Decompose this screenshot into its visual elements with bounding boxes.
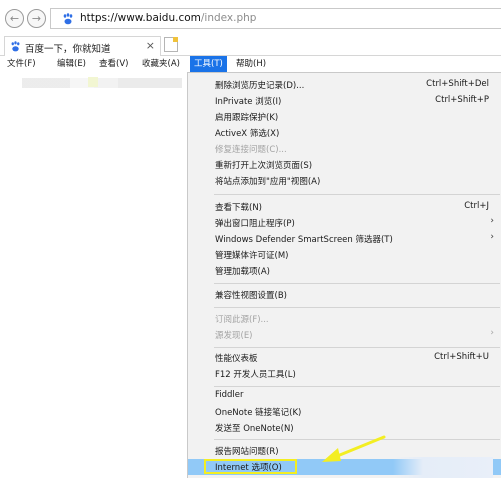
menu-favorites[interactable]: 收藏夹(A) (140, 56, 182, 72)
arrow-left-icon: ← (9, 12, 20, 25)
menu-item-label: 性能仪表板 (215, 354, 258, 364)
menu-item-delete-history[interactable]: 删除浏览历史记录(D)... Ctrl+Shift+Del (188, 77, 501, 93)
menu-item-subscribe-feed: 订阅此源(F)... (188, 311, 501, 327)
tools-menu: 删除浏览历史记录(D)... Ctrl+Shift+Del InPrivate … (187, 72, 501, 478)
menu-tools[interactable]: 工具(T) (190, 56, 227, 72)
menu-item-reopen-session[interactable]: 重新打开上次浏览页面(S) (188, 157, 501, 173)
menu-file[interactable]: 文件(F) (5, 56, 38, 72)
menu-item-label: 兼容性视图设置(B) (215, 291, 287, 301)
menu-item-view-downloads[interactable]: 查看下载(N) Ctrl+J (188, 199, 501, 215)
menu-item-shortcut: Ctrl+Shift+U (434, 352, 489, 362)
menu-item-label: 管理加载项(A) (215, 267, 270, 277)
menu-item-label: Internet 选项(O) (215, 463, 282, 473)
menu-separator (214, 347, 500, 348)
menu-item-label: 源发现(E) (215, 331, 253, 341)
menu-item-shortcut: Ctrl+Shift+P (435, 95, 489, 105)
menu-separator (214, 194, 500, 195)
menu-item-label: 管理媒体许可证(M) (215, 251, 289, 261)
menu-separator (214, 307, 500, 308)
menu-bar: 文件(F) 编辑(E) 查看(V) 收藏夹(A) 工具(T) 帮助(H) (0, 56, 501, 72)
submenu-arrow-icon: › (490, 216, 494, 226)
url-text: https://www.baidu.com/index.php (80, 12, 256, 24)
menu-item-label: InPrivate 浏览(I) (215, 97, 282, 107)
forward-button[interactable]: → (27, 9, 46, 28)
menu-item-label: 订阅此源(F)... (215, 315, 269, 325)
page-content-blur-dot (88, 77, 98, 87)
menu-item-media-licenses[interactable]: 管理媒体许可证(M) (188, 247, 501, 263)
menu-help[interactable]: 帮助(H) (234, 56, 268, 72)
menu-item-smartscreen[interactable]: Windows Defender SmartScreen 筛选器(T) › (188, 231, 501, 247)
tab-bar: 百度一下，你就知道 × (0, 34, 501, 56)
menu-item-label: 重新打开上次浏览页面(S) (215, 161, 313, 171)
tab-title: 百度一下，你就知道 (25, 44, 111, 55)
menu-item-compat-view[interactable]: 兼容性视图设置(B) (188, 287, 501, 303)
url-path: /index.php (200, 12, 257, 24)
menu-item-label: 将站点添加到"应用"视图(A) (215, 177, 321, 187)
menu-item-shortcut: Ctrl+Shift+Del (426, 79, 489, 89)
baidu-paw-icon (11, 41, 20, 52)
menu-item-label: 删除浏览历史记录(D)... (215, 81, 305, 91)
menu-separator (214, 439, 500, 440)
menu-item-label: 发送至 OneNote(N) (215, 424, 294, 434)
submenu-arrow-icon: › (490, 232, 494, 242)
menu-item-label: 修复连接问题(C)... (215, 145, 287, 155)
menu-item-f12-devtools[interactable]: F12 开发人员工具(L) (188, 366, 501, 382)
menu-item-add-to-apps[interactable]: 将站点添加到"应用"视图(A) (188, 173, 501, 189)
menu-item-label: Windows Defender SmartScreen 筛选器(T) (215, 235, 393, 245)
menu-item-label: 弹出窗口阻止程序(P) (215, 219, 295, 229)
url-host: https://www.baidu.com (80, 12, 201, 24)
menu-item-popup-blocker[interactable]: 弹出窗口阻止程序(P) › (188, 215, 501, 231)
menu-item-label: Fiddler (215, 390, 244, 400)
menu-item-tracking-protection[interactable]: 启用跟踪保护(K) (188, 109, 501, 125)
page-content-blur (22, 78, 182, 88)
menu-item-feed-discovery: 源发现(E) › (188, 327, 501, 343)
menu-view[interactable]: 查看(V) (97, 56, 130, 72)
address-bar: ← → https://www.baidu.com/index.php (0, 0, 501, 34)
menu-item-inprivate[interactable]: InPrivate 浏览(I) Ctrl+Shift+P (188, 93, 501, 109)
menu-item-label: 启用跟踪保护(K) (215, 113, 279, 123)
submenu-arrow-icon: › (490, 328, 494, 338)
menu-item-label: 查看下载(N) (215, 203, 262, 213)
menu-item-label: ActiveX 筛选(X) (215, 129, 280, 139)
menu-item-send-to-onenote[interactable]: 发送至 OneNote(N) (188, 420, 501, 436)
menu-item-performance-dashboard[interactable]: 性能仪表板 Ctrl+Shift+U (188, 350, 501, 366)
menu-item-manage-addons[interactable]: 管理加载项(A) (188, 263, 501, 279)
menu-item-activex-filter[interactable]: ActiveX 筛选(X) (188, 125, 501, 141)
menu-item-label: OneNote 链接笔记(K) (215, 408, 302, 418)
back-button[interactable]: ← (5, 9, 24, 28)
menu-item-label: F12 开发人员工具(L) (215, 370, 296, 380)
menu-item-shortcut: Ctrl+J (464, 201, 489, 211)
new-tab-button[interactable] (164, 37, 178, 52)
menu-separator (214, 283, 500, 284)
menu-edit[interactable]: 编辑(E) (55, 56, 88, 72)
baidu-paw-icon (63, 13, 73, 25)
menu-item-fiddler[interactable]: Fiddler (188, 388, 501, 404)
close-tab-icon[interactable]: × (146, 39, 155, 52)
blurred-region (393, 457, 493, 478)
tab-baidu[interactable]: 百度一下，你就知道 × (4, 36, 161, 56)
arrow-right-icon: → (31, 12, 42, 25)
menu-separator (214, 386, 500, 387)
menu-item-onenote-linked-notes[interactable]: OneNote 链接笔记(K) (188, 404, 501, 420)
menu-item-fix-connection: 修复连接问题(C)... (188, 141, 501, 157)
menu-item-label: 报告网站问题(R) (215, 447, 279, 457)
